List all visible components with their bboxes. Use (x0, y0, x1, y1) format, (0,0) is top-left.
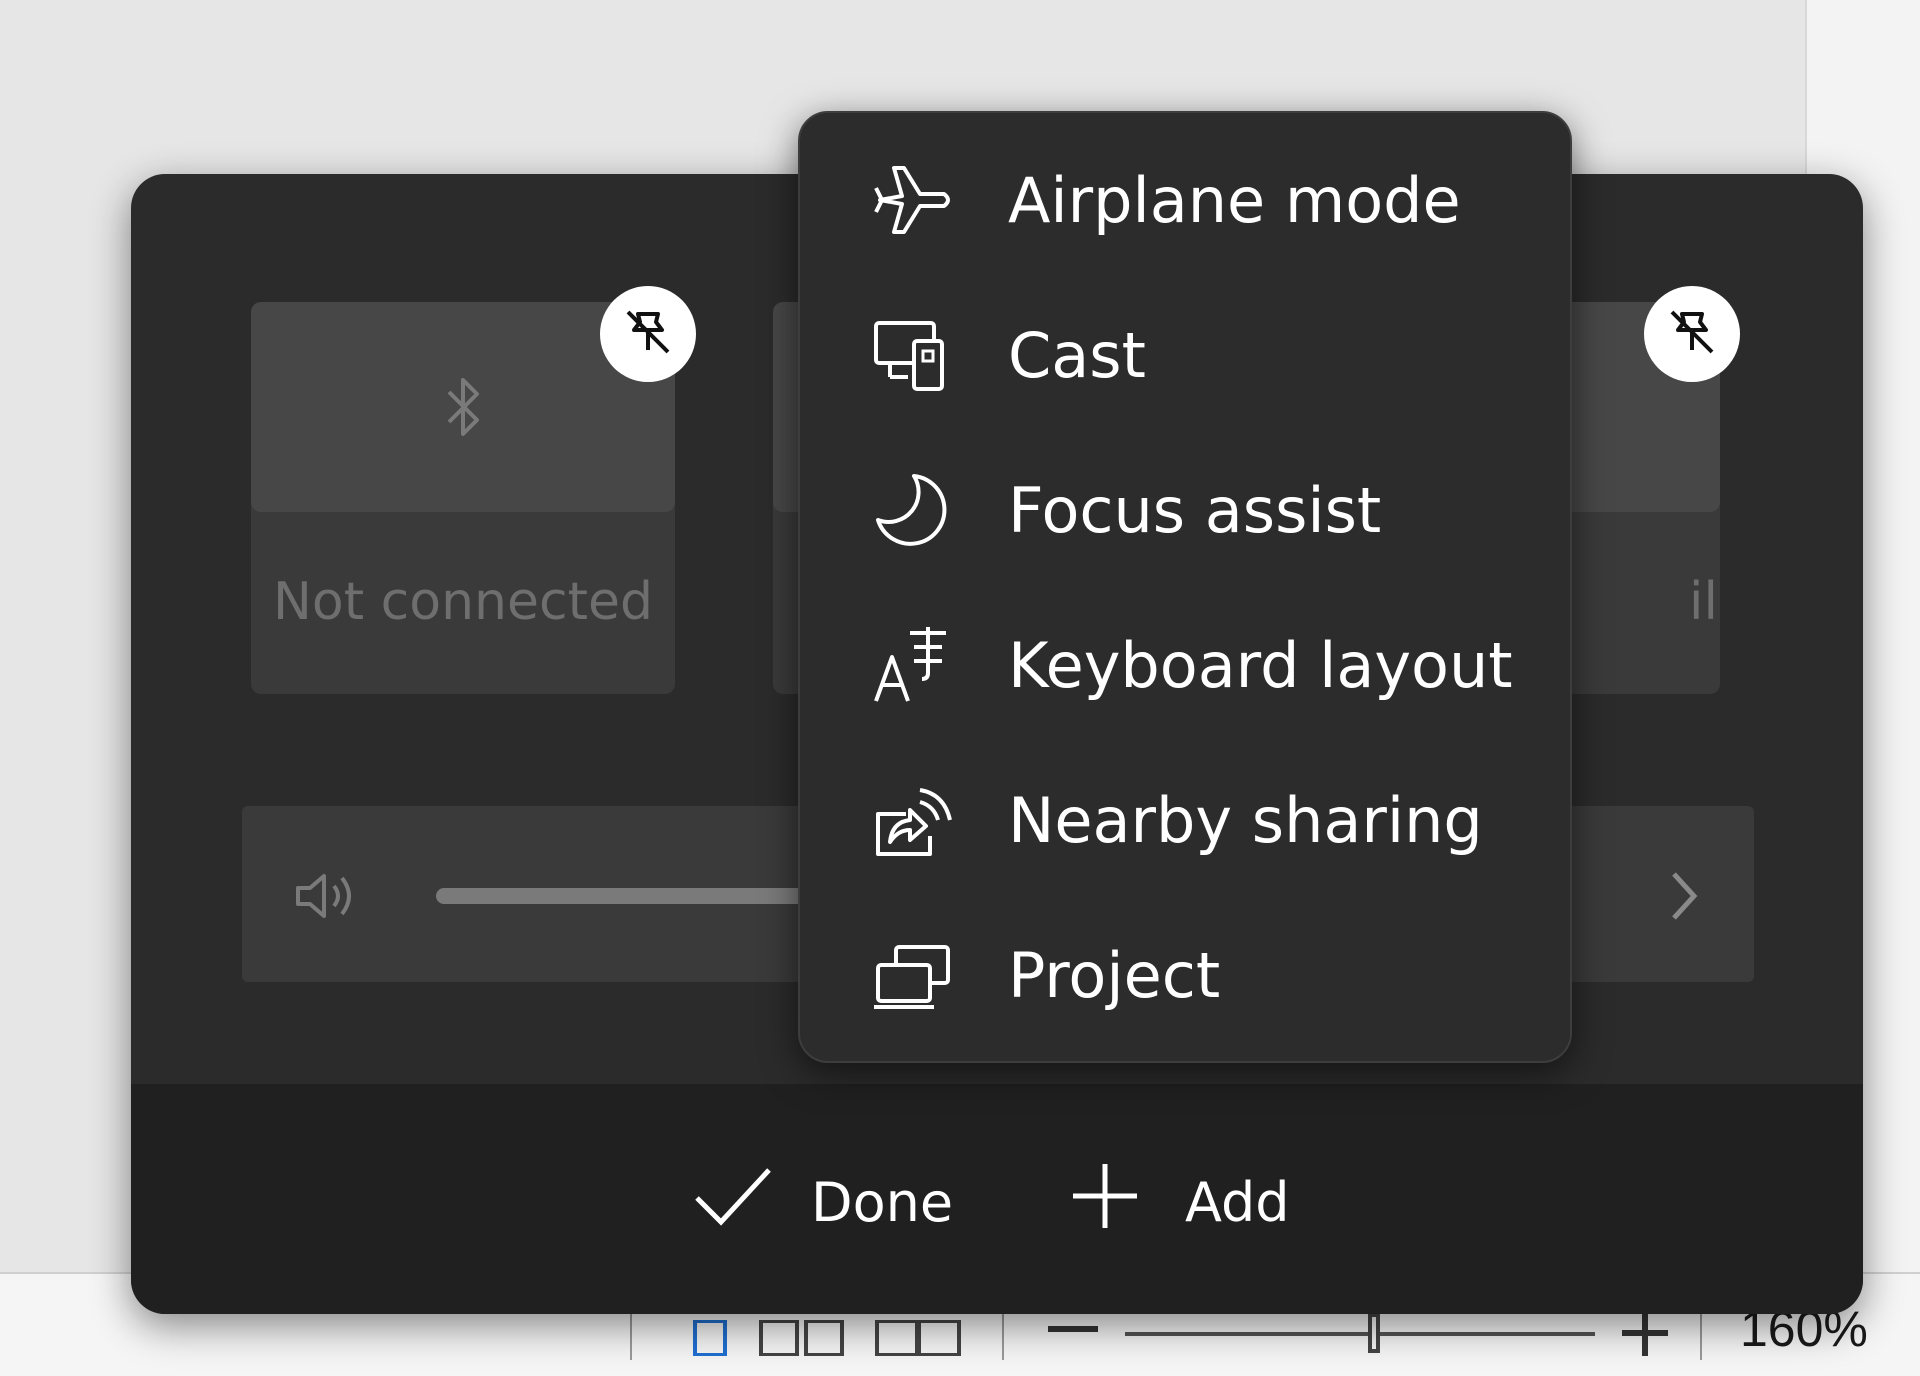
accessibility-tile-label: ility (1689, 572, 1720, 632)
status-divider (1700, 1310, 1702, 1360)
menu-item-airplane-mode[interactable]: Airplane mode (800, 125, 1570, 275)
menu-item-cast[interactable]: Cast (800, 280, 1570, 430)
speaker-icon[interactable] (294, 868, 362, 928)
menu-item-label: Project (1008, 938, 1221, 1012)
done-label: Done (811, 1171, 954, 1234)
menu-item-project[interactable]: Project (800, 900, 1570, 1050)
menu-item-label: Focus assist (1008, 473, 1382, 547)
add-button[interactable]: Add (1071, 1162, 1290, 1243)
add-quick-setting-menu: Airplane mode Cast Focus assist Keyboard… (798, 111, 1572, 1063)
multi-page-view-icon[interactable] (758, 1319, 848, 1357)
zoom-slider-thumb[interactable] (1368, 1313, 1380, 1353)
book-view-icon[interactable] (874, 1319, 964, 1357)
menu-item-keyboard-layout[interactable]: Keyboard layout (800, 590, 1570, 740)
plus-icon (1071, 1162, 1139, 1243)
checkmark-icon (691, 1164, 775, 1241)
menu-item-label: Airplane mode (1008, 163, 1461, 237)
chevron-right-icon[interactable] (1664, 866, 1704, 930)
menu-item-label: Nearby sharing (1008, 783, 1483, 857)
unpin-icon (1660, 300, 1724, 368)
moon-icon (870, 468, 954, 552)
menu-item-label: Keyboard layout (1008, 628, 1513, 702)
unpin-bluetooth-button[interactable] (600, 286, 696, 382)
bluetooth-icon (437, 372, 489, 446)
menu-item-focus-assist[interactable]: Focus assist (800, 435, 1570, 585)
status-divider (1002, 1310, 1004, 1360)
zoom-out-button[interactable] (1048, 1326, 1098, 1332)
airplane-icon (870, 158, 954, 242)
status-divider (630, 1310, 632, 1360)
single-page-view-icon[interactable] (692, 1319, 728, 1357)
menu-item-nearby-sharing[interactable]: Nearby sharing (800, 745, 1570, 895)
quick-settings-footer: Done Add (131, 1084, 1863, 1314)
project-icon (870, 933, 954, 1017)
zoom-slider-track[interactable] (1125, 1332, 1595, 1336)
unpin-icon (616, 300, 680, 368)
bluetooth-tile-label: Not connected (273, 572, 653, 632)
cast-icon (870, 313, 954, 397)
add-label: Add (1185, 1171, 1290, 1234)
keyboard-layout-icon (870, 623, 954, 707)
menu-item-label: Cast (1008, 318, 1146, 392)
done-button[interactable]: Done (691, 1164, 953, 1241)
zoom-in-button-vertical[interactable] (1642, 1310, 1648, 1356)
unpin-accessibility-button[interactable] (1644, 286, 1740, 382)
nearby-share-icon (870, 778, 954, 862)
